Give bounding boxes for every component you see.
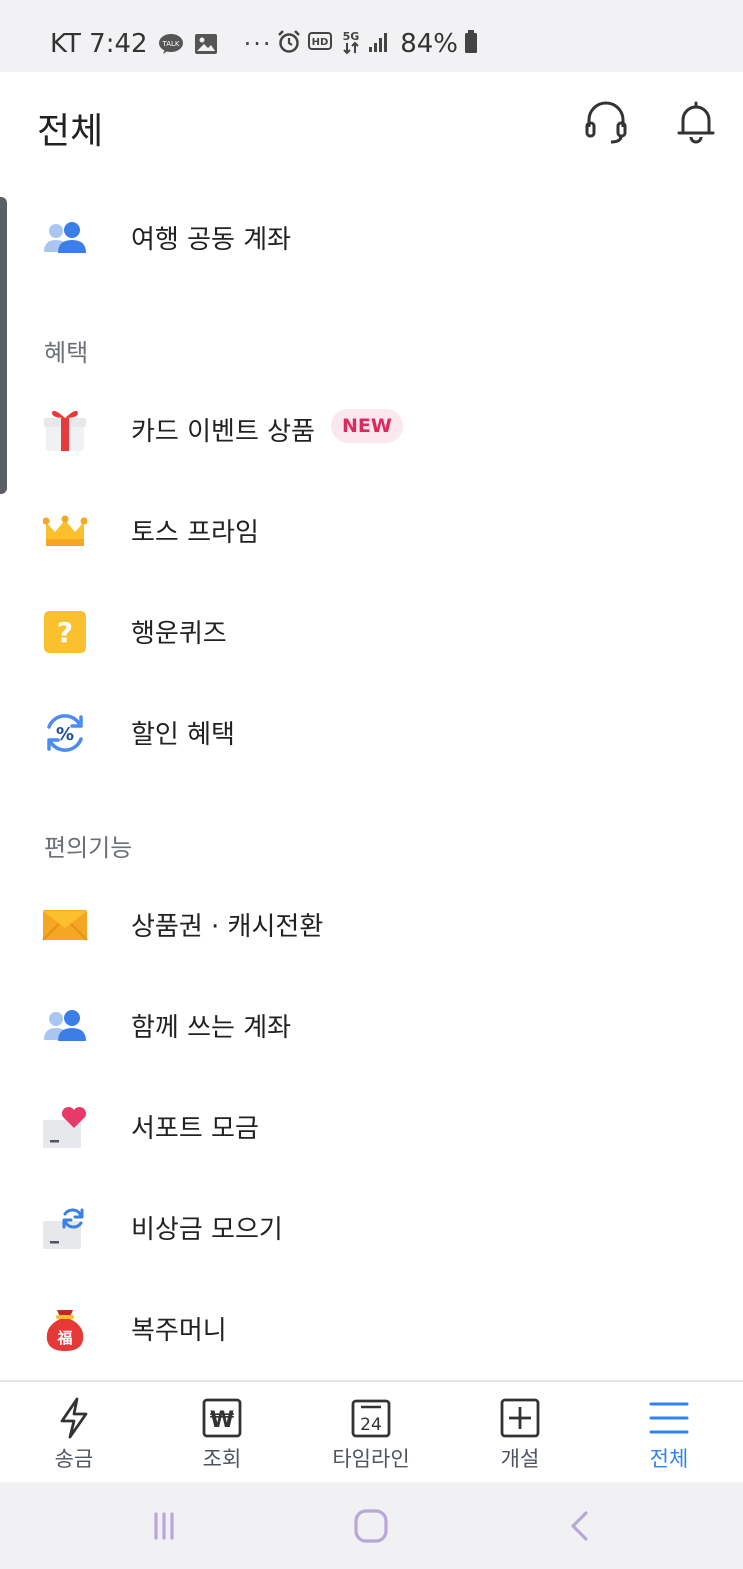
tab-all[interactable]: 전체 <box>595 1382 743 1482</box>
signal-icon <box>368 31 390 57</box>
back-icon <box>571 1511 588 1541</box>
back-button[interactable] <box>556 1502 604 1550</box>
menu-item-label: 행운퀴즈 <box>131 619 227 649</box>
alarm-icon <box>276 29 302 59</box>
tab-label: 개설 <box>500 1447 540 1471</box>
tab-inquiry[interactable]: ₩ 조회 <box>148 1382 296 1482</box>
new-badge: NEW <box>331 409 403 443</box>
envelope-icon <box>42 902 88 948</box>
status-right: HD 5G 84% <box>276 26 478 62</box>
menu-item-label: 여행 공동 계좌 <box>131 225 292 255</box>
lightning-icon <box>54 1397 94 1439</box>
discount-cycle-icon: % <box>42 710 88 756</box>
status-bar: KT 7:42 TALK ··· HD 5G 84% <box>0 0 743 72</box>
tab-label: 송금 <box>54 1447 94 1471</box>
battery-percent: 84% <box>400 29 458 59</box>
people-icon <box>42 1003 88 1049</box>
menu-item-label: 함께 쓰는 계좌 <box>131 1013 292 1043</box>
menu-item-discount[interactable]: % 할인 혜택 <box>0 692 743 772</box>
question-icon: ? <box>42 609 88 655</box>
won-glyph: ₩ <box>210 1408 234 1433</box>
page-title: 전체 <box>37 111 104 152</box>
gallery-icon <box>194 33 218 55</box>
hd-icon: HD <box>308 31 334 57</box>
tab-label: 조회 <box>202 1447 242 1471</box>
people-icon <box>42 215 88 261</box>
menu-item-label: 복주머니 <box>131 1316 227 1346</box>
section-header-benefits: 혜택 <box>44 339 89 367</box>
question-icon-glyph: ? <box>57 616 73 649</box>
refresh-box-icon <box>42 1205 88 1251</box>
tab-label: 전체 <box>649 1447 689 1471</box>
notifications-button[interactable] <box>672 98 720 146</box>
headset-icon <box>585 101 627 144</box>
percent-glyph: % <box>56 724 74 745</box>
menu-item-label: 카드 이벤트 상품 <box>131 417 315 447</box>
menu-item-gift-card[interactable]: 상품권 · 캐시전환 <box>0 884 743 964</box>
network-label: 5G <box>343 30 360 43</box>
menu-item-lucky-money[interactable]: 福 복주머니 <box>0 1288 743 1368</box>
hd-icon-label: HD <box>312 37 329 48</box>
menu-item-label: 토스 프라임 <box>131 518 259 548</box>
bell-icon <box>677 101 715 144</box>
home-button[interactable] <box>347 1502 395 1550</box>
menu-item-label: 비상금 모으기 <box>131 1215 283 1245</box>
more-notifications: ··· <box>243 30 273 58</box>
home-icon <box>354 1509 388 1543</box>
status-carrier-time: KT 7:42 <box>50 29 148 59</box>
menu-item-support-fund[interactable]: 서포트 모금 <box>0 1086 743 1166</box>
menu-item-emergency-fund[interactable]: 비상금 모으기 <box>0 1187 743 1267</box>
hamburger-icon <box>649 1398 689 1438</box>
menu-item-travel-account[interactable]: 여행 공동 계좌 <box>0 197 743 277</box>
talk-icon: TALK <box>158 33 184 55</box>
system-nav-bar <box>0 1482 743 1569</box>
calendar-icon: 24 <box>351 1398 391 1438</box>
menu-item-lucky-quiz[interactable]: ? 행운퀴즈 <box>0 591 743 671</box>
app-header: 전체 <box>0 72 743 172</box>
talk-icon-label: TALK <box>161 40 179 48</box>
menu-item-card-event[interactable]: 카드 이벤트 상품 NEW <box>0 389 743 469</box>
lucky-bag-glyph: 福 <box>56 1329 72 1347</box>
customer-support-button[interactable] <box>582 98 630 146</box>
calendar-glyph: 24 <box>360 1415 382 1435</box>
plus-icon <box>500 1398 540 1438</box>
battery-icon <box>464 30 478 58</box>
recent-apps-button[interactable] <box>140 1502 188 1550</box>
lucky-bag-icon: 福 <box>42 1306 88 1352</box>
menu-item-label: 상품권 · 캐시전환 <box>131 912 324 942</box>
recent-apps-icon <box>154 1512 174 1540</box>
menu-item-label: 할인 혜택 <box>131 720 235 750</box>
tab-open[interactable]: 개설 <box>446 1382 594 1482</box>
crown-icon <box>42 508 88 554</box>
tab-send[interactable]: 송금 <box>0 1382 148 1482</box>
network-5g-icon: 5G <box>340 29 362 59</box>
status-left: KT 7:42 TALK ··· <box>50 26 272 62</box>
heart-box-icon <box>42 1104 88 1150</box>
menu-item-shared-account[interactable]: 함께 쓰는 계좌 <box>0 985 743 1065</box>
menu-item-label: 서포트 모금 <box>131 1114 259 1144</box>
bottom-tab-bar: 송금 ₩ 조회 24 타임라인 개설 전체 <box>0 1380 743 1482</box>
tab-timeline[interactable]: 24 타임라인 <box>297 1382 445 1482</box>
tab-label: 타임라인 <box>332 1447 410 1471</box>
won-icon: ₩ <box>202 1398 242 1438</box>
section-header-convenience: 편의기능 <box>44 834 133 862</box>
menu-item-toss-prime[interactable]: 토스 프라임 <box>0 490 743 570</box>
gift-icon <box>42 407 88 453</box>
